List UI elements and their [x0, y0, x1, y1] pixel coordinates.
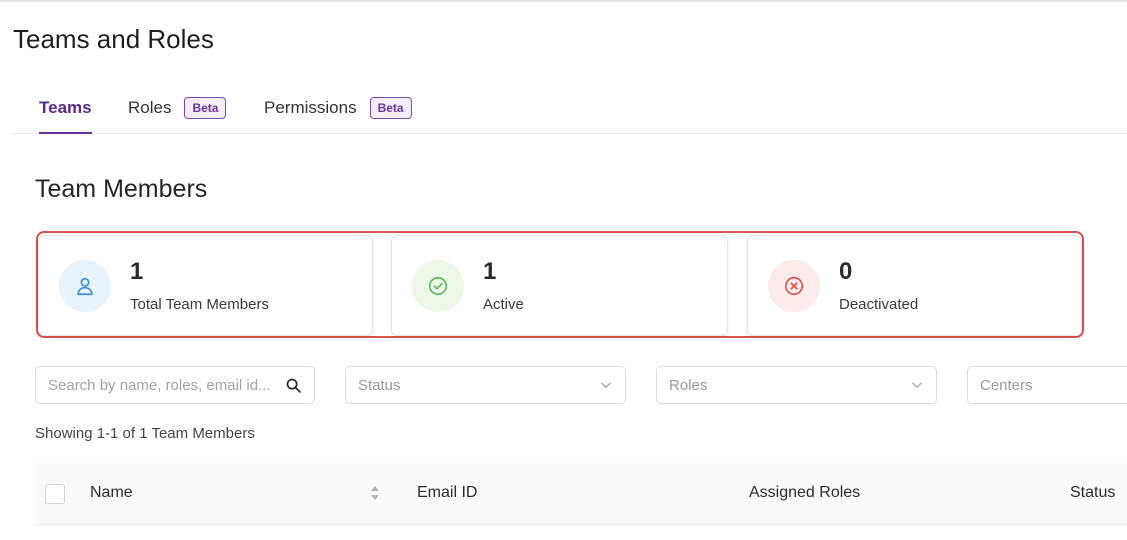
stat-value: 1: [130, 258, 144, 285]
select-all-checkbox[interactable]: [45, 484, 65, 504]
stat-card-deactivated: 0 Deactivated: [747, 235, 1082, 336]
centers-filter-placeholder: Centers: [980, 377, 1033, 394]
page-title: Teams and Roles: [13, 24, 214, 54]
column-header-status[interactable]: Status: [1070, 484, 1115, 502]
top-divider: [0, 0, 1127, 2]
status-filter-placeholder: Status: [358, 377, 401, 394]
centers-filter-select[interactable]: Centers: [967, 366, 1127, 404]
section-title: Team Members: [35, 175, 208, 203]
table-header: Name Email ID Assigned Roles Status: [35, 462, 1127, 525]
tab-permissions-label: Permissions: [264, 98, 357, 117]
chevron-down-icon: [601, 382, 611, 388]
stat-label: Active: [483, 296, 524, 313]
stat-label: Total Team Members: [130, 296, 269, 313]
status-filter-select[interactable]: Status: [345, 366, 626, 404]
beta-badge: Beta: [369, 97, 412, 119]
tab-bar: Teams Roles Beta Permissions Beta: [13, 92, 1127, 134]
stat-value: 0: [839, 258, 853, 285]
beta-badge: Beta: [184, 97, 227, 119]
search-icon[interactable]: [285, 377, 302, 394]
tab-roles[interactable]: Roles Beta: [128, 92, 227, 133]
column-header-name[interactable]: Name: [90, 484, 133, 502]
chevron-down-icon: [912, 382, 922, 388]
tab-roles-label: Roles: [128, 98, 172, 117]
column-header-email[interactable]: Email ID: [417, 484, 477, 502]
roles-filter-placeholder: Roles: [669, 377, 708, 394]
tab-teams[interactable]: Teams: [39, 92, 92, 134]
sort-icon[interactable]: [369, 484, 381, 502]
search-box: [35, 366, 315, 404]
check-circle-icon: [412, 260, 464, 312]
user-icon: [59, 260, 111, 312]
roles-filter-select[interactable]: Roles: [656, 366, 937, 404]
search-input[interactable]: [36, 367, 288, 403]
results-count: Showing 1-1 of 1 Team Members: [35, 425, 255, 442]
stat-card-total: 1 Total Team Members: [38, 235, 373, 336]
stat-card-active: 1 Active: [391, 235, 728, 336]
column-header-assigned-roles[interactable]: Assigned Roles: [749, 484, 860, 502]
x-circle-icon: [768, 260, 820, 312]
tab-teams-label: Teams: [39, 98, 92, 117]
stat-value: 1: [483, 258, 497, 285]
tab-permissions[interactable]: Permissions Beta: [264, 92, 412, 133]
stat-label: Deactivated: [839, 296, 919, 313]
